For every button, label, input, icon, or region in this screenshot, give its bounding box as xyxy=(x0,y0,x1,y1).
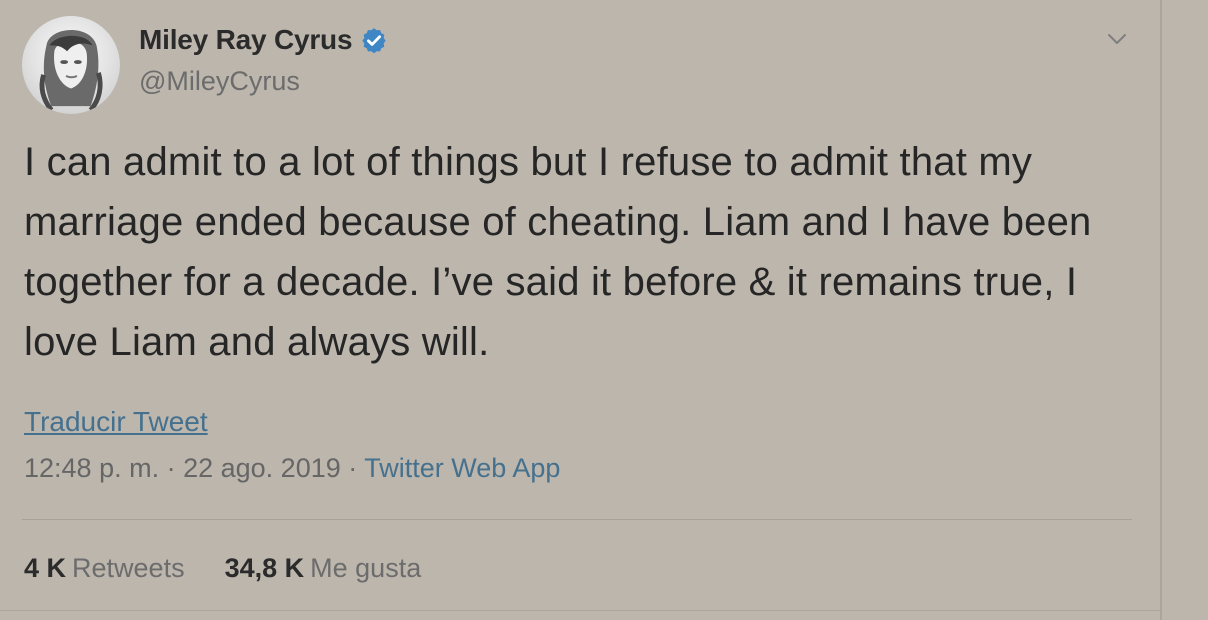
chevron-down-icon[interactable] xyxy=(1106,28,1128,50)
tweet-source[interactable]: Twitter Web App xyxy=(364,453,560,483)
profile-photo xyxy=(22,16,120,114)
meta-separator: · xyxy=(340,453,365,483)
engagement-stats: 4 K Retweets 34,8 K Me gusta xyxy=(24,552,421,584)
bottom-divider xyxy=(0,610,1160,611)
author-handle[interactable]: @MileyCyrus xyxy=(139,68,300,95)
tweet-date[interactable]: 22 ago. 2019 xyxy=(183,453,341,483)
tweet-metadata: 12:48 p. m. · 22 ago. 2019 · Twitter Web… xyxy=(24,452,560,484)
author-name-row[interactable]: Miley Ray Cyrus xyxy=(139,26,388,54)
divider xyxy=(22,519,1132,520)
verified-badge-icon xyxy=(360,26,388,54)
profile-avatar[interactable] xyxy=(22,16,120,114)
retweets-count: 4 K xyxy=(24,553,67,583)
meta-separator: · xyxy=(159,453,184,483)
tweet-text: I can admit to a lot of things but I ref… xyxy=(24,140,1092,364)
likes-count: 34,8 K xyxy=(224,553,305,583)
retweets-stat[interactable]: 4 K Retweets xyxy=(24,552,185,584)
likes-label: Me gusta xyxy=(310,553,422,583)
likes-stat[interactable]: 34,8 K Me gusta xyxy=(225,552,422,584)
tweet-time[interactable]: 12:48 p. m. xyxy=(24,453,159,483)
retweets-label: Retweets xyxy=(72,553,185,583)
tweet-card: Miley Ray Cyrus @MileyCyrus I can admit … xyxy=(0,0,1162,620)
author-display-name[interactable]: Miley Ray Cyrus xyxy=(139,26,353,54)
translate-tweet-link[interactable]: Traducir Tweet xyxy=(24,405,208,439)
